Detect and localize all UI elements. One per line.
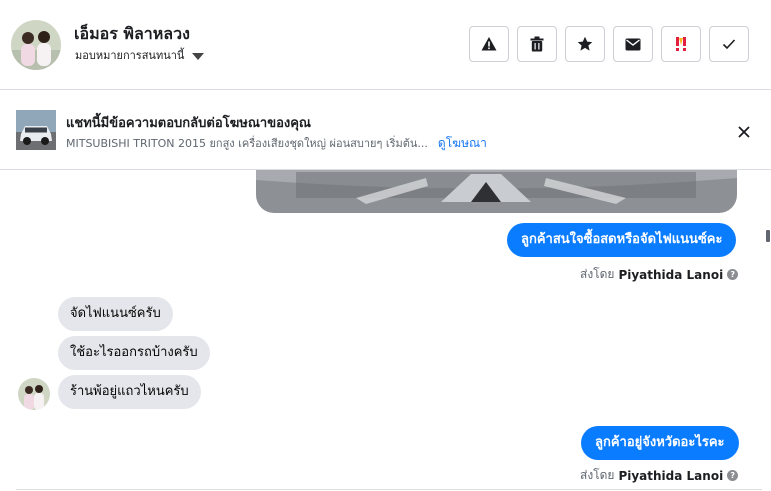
delete-button[interactable] [517, 26, 557, 62]
view-ad-link[interactable]: ดูโฆษณา [438, 134, 487, 153]
trash-icon [530, 36, 544, 52]
contact-avatar-small [18, 378, 50, 410]
ad-thumbnail[interactable] [16, 110, 56, 150]
assign-label: มอบหมายการสนทนานี้ [75, 49, 185, 62]
checkmark-icon [722, 39, 736, 50]
contact-name[interactable]: เอ็มอร พิลาหลวง [74, 22, 190, 47]
info-icon[interactable]: ? [727, 269, 739, 280]
sent-by-prefix: ส่งโดย [580, 267, 615, 281]
follow-up-button[interactable] [661, 26, 701, 62]
chevron-down-icon [192, 52, 205, 60]
star-button[interactable] [565, 26, 605, 62]
close-icon [738, 126, 750, 138]
sender-name: Piyathida Lanoi [618, 468, 724, 483]
sent-by-prefix: ส่งโดย [580, 468, 615, 482]
ad-description: MITSUBISHI TRITON 2015 ยกสูง เครื่องเสีย… [66, 137, 428, 150]
follow-up-icon [676, 37, 686, 51]
scrollbar-thumb[interactable] [766, 230, 770, 242]
close-banner-button[interactable] [734, 122, 754, 142]
star-icon [577, 36, 593, 51]
sent-by-label: ส่งโดย Piyathida Lanoi ? [580, 466, 739, 485]
sender-name: Piyathida Lanoi [618, 267, 724, 282]
conversation-actions [469, 26, 749, 62]
composer-divider [16, 489, 762, 490]
report-spam-button[interactable] [469, 26, 509, 62]
outgoing-message[interactable]: ลูกค้าอยู่จังหวัดอะไรคะ [581, 426, 739, 460]
assign-conversation-dropdown[interactable]: มอบหมายการสนทนานี้ [75, 46, 205, 64]
ad-banner-title: แชทนี้มีข้อความตอบกลับต่อโฆษณาของคุณ [66, 116, 311, 131]
envelope-icon [625, 38, 641, 50]
sent-by-label: ส่งโดย Piyathida Lanoi ? [580, 265, 739, 284]
conversation-header: เอ็มอร พิลาหลวง มอบหมายการสนทนานี้ [0, 0, 771, 90]
ad-banner-subtitle-row: MITSUBISHI TRITON 2015 ยกสูง เครื่องเสีย… [66, 134, 487, 153]
mark-unread-button[interactable] [613, 26, 653, 62]
contact-avatar[interactable] [11, 20, 61, 70]
outgoing-message[interactable]: ลูกค้าสนใจซื้อสดหรือจัดไฟแนนซ์คะ [507, 223, 737, 257]
mark-done-button[interactable] [709, 26, 749, 62]
incoming-message[interactable]: ร้านพ้อยู่แถวไหนครับ [58, 375, 201, 409]
message-thread[interactable]: ลูกค้าสนใจซื้อสดหรือจัดไฟแนนซ์คะ ส่งโดย … [0, 170, 771, 491]
warning-icon [481, 37, 497, 51]
incoming-message[interactable]: ใช้อะไรออกรถบ้างครับ [58, 336, 210, 370]
incoming-message[interactable]: จัดไฟแนนซ์ครับ [58, 297, 173, 331]
info-icon[interactable]: ? [727, 470, 739, 481]
image-message[interactable] [256, 170, 737, 213]
ad-reply-banner: แชทนี้มีข้อความตอบกลับต่อโฆษณาของคุณ MIT… [0, 90, 771, 170]
